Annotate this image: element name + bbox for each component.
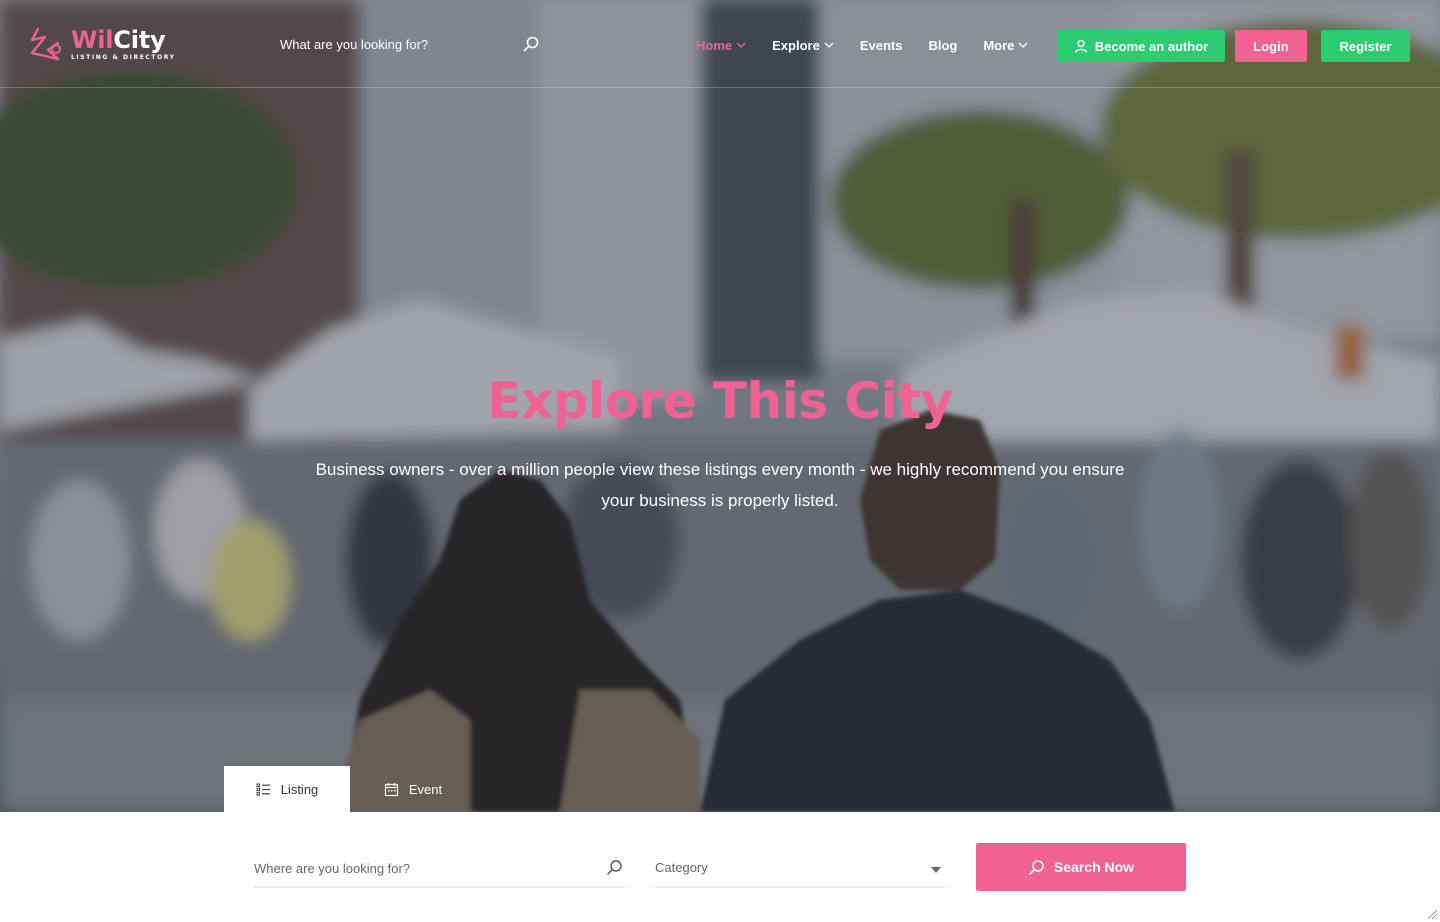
user-icon [1074, 39, 1087, 53]
nav-blog[interactable]: Blog [928, 35, 957, 55]
tab-listing-label: Listing [280, 781, 319, 797]
resize-grip-icon[interactable] [1426, 908, 1438, 920]
nav-events-label: Events [859, 37, 903, 53]
category-select[interactable]: Category [655, 852, 945, 888]
nav-explore[interactable]: Explore [772, 35, 834, 55]
hero-title: Explore This City [487, 372, 953, 430]
tab-event-label: Event [408, 781, 443, 797]
tab-listing[interactable]: Listing [224, 766, 350, 812]
main-nav: Home Explore Events Blog More [696, 35, 1054, 55]
login-label: Login [1253, 38, 1289, 54]
chevron-down-icon [736, 42, 746, 48]
search-tabs: Listing Event [224, 766, 476, 812]
nav-home-label: Home [696, 37, 733, 53]
site-logo[interactable]: WilCity LISTING & DIRECTORY [28, 24, 178, 68]
nav-events[interactable]: Events [860, 35, 903, 55]
site-header: WilCity LISTING & DIRECTORY Home Explore… [0, 0, 1440, 88]
hero-subtitle-line2: your business is properly listed. [601, 491, 839, 510]
nav-more-label: More [983, 37, 1015, 53]
register-button[interactable]: Register [1321, 30, 1410, 62]
search-icon [1029, 859, 1044, 875]
search-icon[interactable] [522, 35, 540, 53]
become-author-button[interactable]: Become an author [1057, 30, 1225, 62]
logo-name: WilCity [71, 24, 176, 56]
nav-home[interactable]: Home [696, 35, 746, 55]
header-search-input[interactable] [280, 28, 542, 60]
nav-blog-label: Blog [928, 37, 958, 53]
search-now-button[interactable]: Search Now [976, 843, 1186, 891]
search-icon [607, 860, 622, 875]
logo-mark-icon [30, 27, 61, 61]
become-author-label: Become an author [1094, 38, 1209, 54]
logo-name-part1: Wil [71, 26, 114, 54]
search-now-label: Search Now [1053, 859, 1135, 875]
chevron-down-icon [824, 42, 834, 48]
nav-more[interactable]: More [983, 35, 1028, 55]
login-button[interactable]: Login [1235, 30, 1307, 62]
register-label: Register [1339, 38, 1392, 54]
where-field [254, 852, 625, 888]
calendar-icon [384, 782, 398, 796]
hero-subtitle: Business owners - over a million people … [290, 454, 1150, 516]
logo-tagline: LISTING & DIRECTORY [71, 54, 176, 61]
chevron-down-icon [1018, 42, 1028, 48]
hero-subtitle-line1: Business owners - over a million people … [315, 460, 1125, 479]
caret-down-icon [931, 867, 941, 873]
nav-explore-label: Explore [772, 37, 820, 53]
header-search [280, 28, 542, 60]
page: WilCity LISTING & DIRECTORY Home Explore… [0, 0, 1440, 922]
tab-event[interactable]: Event [350, 766, 476, 812]
where-input[interactable] [254, 852, 625, 884]
logo-name-part2: City [113, 26, 166, 54]
list-icon [256, 783, 270, 796]
category-label: Category [655, 860, 708, 875]
